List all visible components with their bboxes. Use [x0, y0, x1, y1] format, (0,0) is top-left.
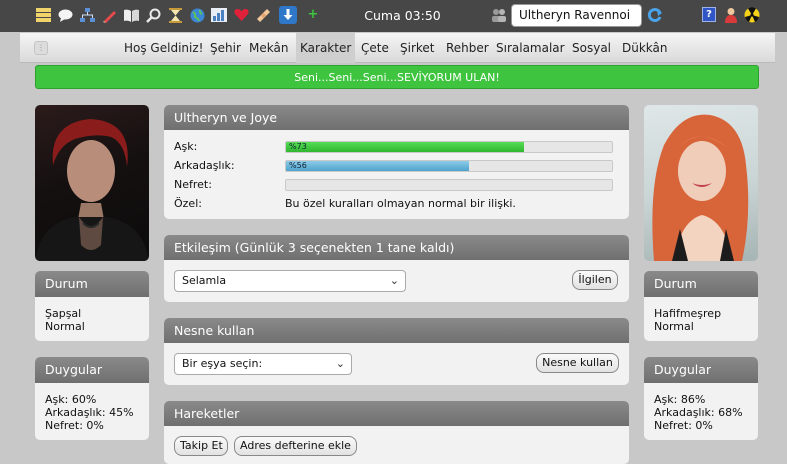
download-arrow-icon[interactable] — [279, 6, 297, 24]
right-status-line: Normal — [654, 320, 694, 333]
stats-chart-icon[interactable] — [211, 7, 227, 23]
add-to-address-book-button[interactable]: Adres defterine ekle — [234, 436, 357, 456]
magnifier-icon[interactable] — [145, 7, 161, 23]
notification-banner: Seni...Seni...Seni...SEVİYORUM ULAN! — [35, 65, 759, 89]
left-feeling-friendship: Arkadaşlık: 45% — [45, 406, 134, 419]
book-icon[interactable] — [123, 7, 139, 23]
bandage-icon[interactable] — [255, 7, 271, 23]
character-name: Ultheryn Ravennoi — [519, 8, 631, 22]
interaction-panel: Etkileşim (Günlük 3 seçenekten 1 tane ka… — [164, 235, 629, 302]
interact-button[interactable]: İlgilen — [572, 270, 618, 290]
left-status-card: Durum Şapşal Normal — [35, 271, 149, 341]
right-character-portrait — [644, 105, 758, 261]
help-icon[interactable]: ? — [702, 7, 716, 22]
hate-label: Nefret: — [174, 178, 212, 191]
pencil-icon[interactable] — [101, 7, 117, 23]
heart-icon[interactable] — [233, 7, 249, 23]
left-feelings-card: Duygular Aşk: 60% Arkadaşlık: 45% Nefret… — [35, 357, 149, 440]
nav-item-welcome[interactable]: Hoş Geldiniz! — [124, 33, 203, 63]
item-select-placeholder: Bir eşya seçin: — [182, 357, 263, 370]
hourglass-icon[interactable] — [167, 7, 183, 23]
chevron-down-icon: ⌄ — [335, 357, 345, 370]
game-clock: Cuma 03:50 — [364, 8, 441, 23]
right-status-line: Hafifmeşrep — [654, 307, 722, 320]
left-status-title: Durum — [35, 271, 149, 297]
item-use-panel: Nesne kullan Bir eşya seçin: ⌄ Nesne kul… — [164, 318, 629, 385]
right-feeling-love: Aşk: 86% — [654, 393, 706, 406]
sitemap-icon[interactable] — [79, 7, 95, 23]
nav-item-venue[interactable]: Mekân — [249, 33, 288, 63]
nav-item-character[interactable]: Karakter — [296, 33, 356, 63]
left-status-line: Şapşal — [45, 307, 82, 320]
special-label: Özel: — [174, 197, 202, 210]
interaction-title: Etkileşim (Günlük 3 seçenekten 1 tane ka… — [164, 235, 629, 260]
item-select[interactable]: Bir eşya seçin: ⌄ — [174, 353, 352, 375]
right-feelings-card: Duygular Aşk: 86% Arkadaşlık: 68% Nefret… — [644, 357, 758, 440]
left-feelings-title: Duygular — [35, 357, 149, 383]
main-navigation: ⋮ Hoş Geldiniz! Şehir Mekân Karakter Çet… — [20, 33, 775, 63]
right-status-title: Durum — [644, 271, 758, 297]
friendship-bar-fill: %56 — [286, 161, 469, 171]
plus-icon[interactable]: + — [305, 7, 321, 23]
nav-item-gang[interactable]: Çete — [361, 33, 389, 63]
chat-bubble-icon[interactable] — [57, 7, 73, 23]
special-text: Bu özel kuralları olmayan normal bir ili… — [285, 197, 516, 210]
user-profile-icon[interactable] — [723, 7, 739, 23]
refresh-icon[interactable] — [647, 7, 663, 23]
follow-button[interactable]: Takip Et — [174, 436, 228, 456]
nav-item-shop[interactable]: Dükkân — [622, 33, 668, 63]
menu-list-icon[interactable] — [35, 7, 51, 23]
actions-panel: Hareketler Takip Et Adres defterine ekle — [164, 401, 629, 464]
love-bar-fill: %73 — [286, 142, 524, 152]
nav-item-guide[interactable]: Rehber — [446, 33, 489, 63]
left-character-portrait — [35, 105, 149, 261]
hate-bar — [285, 179, 613, 191]
friendship-label: Arkadaşlık: — [174, 159, 235, 172]
item-use-title: Nesne kullan — [164, 318, 629, 343]
nav-item-rankings[interactable]: Sıralamalar — [496, 33, 565, 63]
interaction-select[interactable]: Selamla ⌄ — [174, 270, 406, 292]
character-select[interactable]: Ultheryn Ravennoi — [511, 4, 642, 27]
left-feeling-hate: Nefret: 0% — [45, 419, 104, 432]
actions-title: Hareketler — [164, 401, 629, 426]
right-feeling-hate: Nefret: 0% — [654, 419, 713, 432]
left-feeling-love: Aşk: 60% — [45, 393, 97, 406]
left-status-line: Normal — [45, 320, 85, 333]
nav-item-city[interactable]: Şehir — [210, 33, 241, 63]
friendship-bar-text: %56 — [289, 161, 307, 170]
nav-item-social[interactable]: Sosyal — [572, 33, 611, 63]
love-bar-text: %73 — [289, 142, 307, 151]
top-toolbar: + Cuma 03:50 Ultheryn Ravennoi ? — [0, 0, 787, 32]
love-label: Aşk: — [174, 140, 198, 153]
globe-icon[interactable] — [189, 7, 205, 23]
right-status-card: Durum Hafifmeşrep Normal — [644, 271, 758, 341]
right-feeling-friendship: Arkadaşlık: 68% — [654, 406, 743, 419]
right-feelings-title: Duygular — [644, 357, 758, 383]
interaction-selected: Selamla — [182, 274, 227, 287]
radiation-icon[interactable] — [744, 7, 760, 23]
relationship-panel: Ultheryn ve Joye Aşk: %73 Arkadaşlık: %5… — [164, 105, 629, 219]
use-item-button[interactable]: Nesne kullan — [536, 353, 619, 373]
friendship-bar: %56 — [285, 160, 613, 172]
chevron-down-icon: ⌄ — [389, 274, 399, 287]
relationship-title: Ultheryn ve Joye — [164, 105, 629, 130]
nav-item-company[interactable]: Şirket — [400, 33, 435, 63]
nav-home-icon[interactable]: ⋮ — [34, 41, 48, 55]
users-icon[interactable] — [491, 7, 507, 23]
love-bar: %73 — [285, 141, 613, 153]
